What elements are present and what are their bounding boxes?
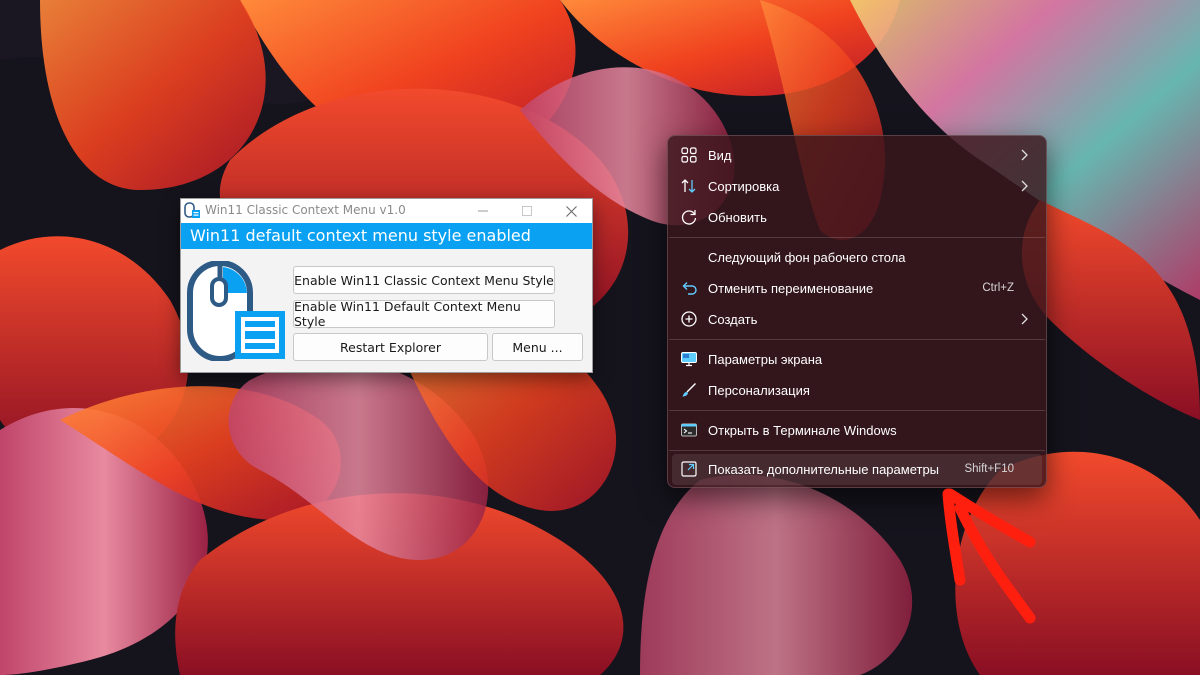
menu-separator xyxy=(669,237,1045,238)
menu-item-undo-rename[interactable]: Отменить переименование Ctrl+Z xyxy=(672,273,1042,304)
minimize-icon xyxy=(478,210,488,212)
title-bar[interactable]: Win11 Classic Context Menu v1.0 xyxy=(181,199,592,223)
menu-item-next-background[interactable]: Следующий фон рабочего стола xyxy=(672,242,1042,273)
grid-view-icon xyxy=(681,147,697,163)
app-icon xyxy=(184,202,200,218)
menu-button[interactable]: Menu ... xyxy=(492,333,583,361)
app-window: Win11 Classic Context Menu v1.0 Win11 de… xyxy=(180,198,593,373)
restart-explorer-button[interactable]: Restart Explorer xyxy=(293,333,488,361)
menu-item-label: Показать дополнительные параметры xyxy=(708,462,940,477)
enable-default-menu-button[interactable]: Enable Win11 Default Context Menu Style xyxy=(293,299,555,329)
menu-item-refresh[interactable]: Обновить xyxy=(672,202,1042,233)
enable-classic-menu-button[interactable]: Enable Win11 Classic Context Menu Style xyxy=(293,266,555,294)
maximize-icon xyxy=(522,206,532,216)
menu-item-view[interactable]: Вид xyxy=(672,140,1042,171)
chevron-right-icon xyxy=(1021,149,1028,161)
menu-item-label: Персонализация xyxy=(708,383,810,398)
menu-separator xyxy=(669,339,1045,340)
menu-item-label: Обновить xyxy=(708,210,767,225)
menu-item-label: Открыть в Терминале Windows xyxy=(708,423,897,438)
sort-icon xyxy=(681,179,696,193)
shortcut-text: Shift+F10 xyxy=(964,463,1014,475)
menu-item-label: Создать xyxy=(708,312,758,327)
brush-icon xyxy=(682,383,696,397)
status-banner: Win11 default context menu style enabled xyxy=(181,223,592,249)
minimize-button[interactable] xyxy=(461,199,505,223)
undo-icon xyxy=(682,282,697,295)
menu-item-personalize[interactable]: Персонализация xyxy=(672,375,1042,406)
shortcut-text: Ctrl+Z xyxy=(982,282,1014,294)
menu-item-new[interactable]: Создать xyxy=(672,304,1042,335)
menu-separator xyxy=(669,410,1045,411)
refresh-icon xyxy=(681,210,697,225)
menu-item-display-settings[interactable]: Параметры экрана xyxy=(672,344,1042,375)
menu-item-label: Сортировка xyxy=(708,179,780,194)
close-icon xyxy=(565,205,577,217)
display-icon xyxy=(681,352,697,367)
chevron-right-icon xyxy=(1021,313,1028,325)
plus-circle-icon xyxy=(681,311,697,327)
red-arrow-icon xyxy=(942,488,1036,624)
window-title: Win11 Classic Context Menu v1.0 xyxy=(205,203,406,217)
menu-item-sort[interactable]: Сортировка xyxy=(672,171,1042,202)
terminal-icon xyxy=(681,423,697,437)
chevron-right-icon xyxy=(1021,180,1028,192)
expand-icon xyxy=(681,461,697,477)
menu-item-label: Параметры экрана xyxy=(708,352,823,367)
mouse-logo-icon xyxy=(187,261,285,361)
menu-item-label: Отменить переименование xyxy=(708,281,874,296)
close-button[interactable] xyxy=(549,199,593,223)
desktop-context-menu: Вид Сортировка Обновить Следующий фон ра… xyxy=(667,135,1047,488)
maximize-button[interactable] xyxy=(505,199,549,223)
menu-item-label: Вид xyxy=(708,148,732,163)
menu-item-label: Следующий фон рабочего стола xyxy=(708,250,906,265)
menu-item-open-terminal[interactable]: Открыть в Терминале Windows xyxy=(672,415,1042,446)
menu-separator xyxy=(669,450,1045,451)
